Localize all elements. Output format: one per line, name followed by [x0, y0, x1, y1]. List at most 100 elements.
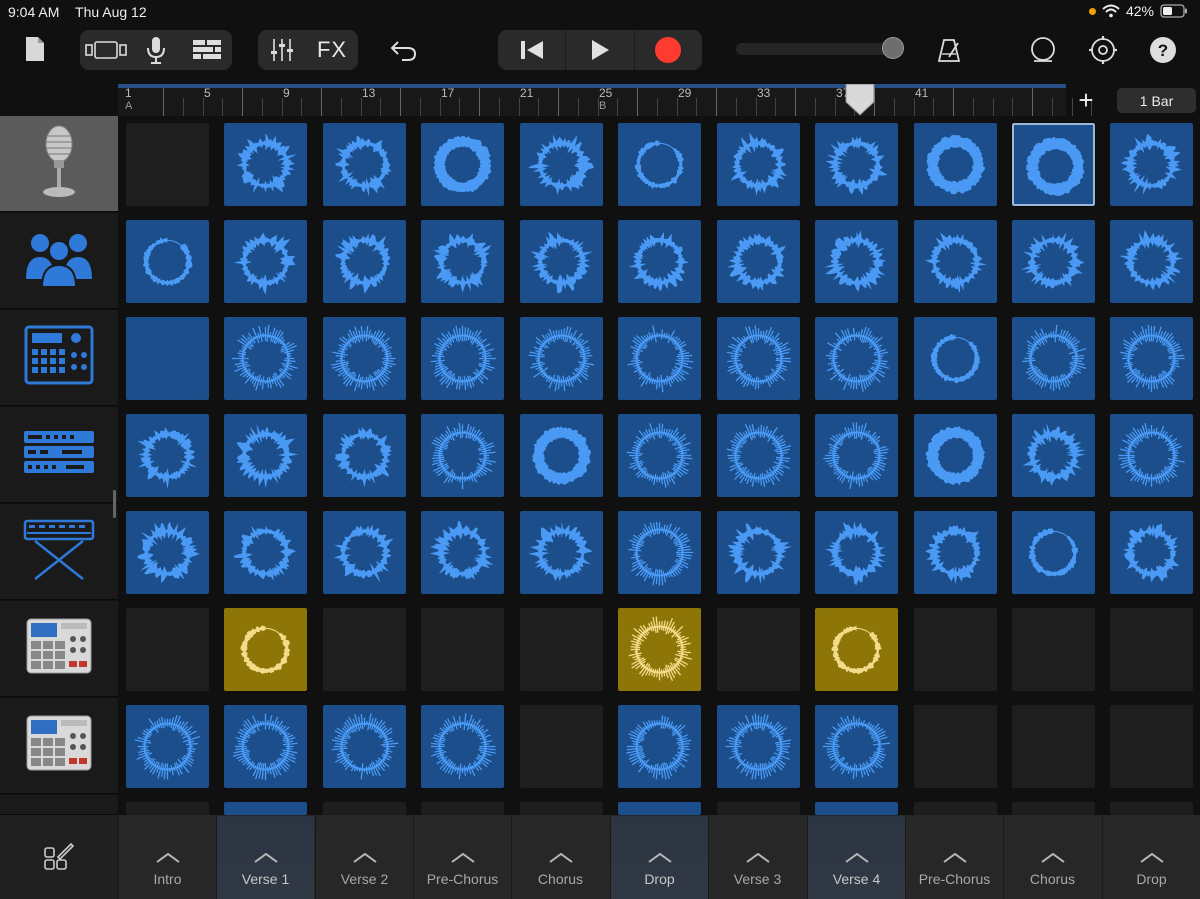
- loop-cell[interactable]: [914, 220, 997, 303]
- loop-cell[interactable]: [224, 511, 307, 594]
- loop-cell[interactable]: [520, 511, 603, 594]
- track-header-7[interactable]: [0, 698, 118, 794]
- empty-cell[interactable]: [421, 802, 504, 815]
- loop-cell[interactable]: [421, 317, 504, 400]
- loop-cell[interactable]: [224, 705, 307, 788]
- empty-cell[interactable]: [126, 608, 209, 691]
- loop-cell[interactable]: [126, 705, 209, 788]
- section-trigger-8[interactable]: Verse 4: [807, 816, 905, 899]
- loop-cell[interactable]: [224, 220, 307, 303]
- loop-cell[interactable]: [224, 317, 307, 400]
- empty-cell[interactable]: [717, 802, 800, 815]
- loop-cell[interactable]: [717, 220, 800, 303]
- loop-cell[interactable]: [520, 414, 603, 497]
- loop-cell[interactable]: [1012, 220, 1095, 303]
- view-toggle-icon[interactable]: [82, 30, 130, 70]
- track-header-3[interactable]: [0, 310, 118, 406]
- loop-cell[interactable]: [421, 705, 504, 788]
- master-volume-knob[interactable]: [882, 37, 904, 59]
- track-header-6[interactable]: [0, 601, 118, 697]
- playhead-marker[interactable]: [845, 84, 875, 116]
- loop-cell[interactable]: [618, 608, 701, 691]
- rewind-button[interactable]: [498, 30, 567, 70]
- empty-cell[interactable]: [323, 608, 406, 691]
- loop-cell[interactable]: [1011, 122, 1096, 207]
- empty-cell[interactable]: [421, 608, 504, 691]
- loop-cell[interactable]: [323, 511, 406, 594]
- track-header-4[interactable]: [0, 407, 118, 503]
- loop-cell[interactable]: [1012, 414, 1095, 497]
- loop-cell[interactable]: [717, 317, 800, 400]
- empty-cell[interactable]: [914, 802, 997, 815]
- section-trigger-6[interactable]: Drop: [610, 816, 708, 899]
- empty-cell[interactable]: [1110, 802, 1193, 815]
- empty-cell[interactable]: [1012, 802, 1095, 815]
- loop-cell[interactable]: [421, 511, 504, 594]
- loop-cell[interactable]: [1110, 414, 1193, 497]
- loop-cell[interactable]: [224, 123, 307, 206]
- loop-cell[interactable]: [815, 511, 898, 594]
- section-trigger-3[interactable]: Verse 2: [315, 816, 413, 899]
- track-header-resize-handle[interactable]: [113, 490, 116, 518]
- track-header-5[interactable]: [0, 504, 118, 600]
- loop-cell[interactable]: [520, 317, 603, 400]
- loop-cell[interactable]: [323, 414, 406, 497]
- loop-cell[interactable]: [1012, 511, 1095, 594]
- loop-cell[interactable]: [815, 608, 898, 691]
- empty-cell[interactable]: [520, 705, 603, 788]
- loop-cell[interactable]: [618, 705, 701, 788]
- bar-length-button[interactable]: 1 Bar: [1117, 88, 1196, 113]
- loop-cell[interactable]: [914, 317, 997, 400]
- loop-cell[interactable]: [323, 220, 406, 303]
- empty-cell[interactable]: [520, 608, 603, 691]
- loop-cell[interactable]: [421, 414, 504, 497]
- loop-cell[interactable]: [618, 123, 701, 206]
- loop-cell[interactable]: [126, 317, 209, 400]
- empty-cell[interactable]: [717, 608, 800, 691]
- record-button[interactable]: [635, 30, 702, 70]
- loop-cell[interactable]: [126, 220, 209, 303]
- empty-cell[interactable]: [323, 802, 406, 815]
- empty-cell[interactable]: [126, 123, 209, 206]
- loop-cell[interactable]: [224, 414, 307, 497]
- loop-cell[interactable]: [618, 220, 701, 303]
- fx-button[interactable]: FX: [308, 30, 356, 70]
- help-icon[interactable]: ?: [1148, 34, 1178, 66]
- loop-cell[interactable]: [224, 802, 307, 815]
- section-trigger-7[interactable]: Verse 3: [708, 816, 806, 899]
- loop-cell[interactable]: [815, 123, 898, 206]
- empty-cell[interactable]: [914, 705, 997, 788]
- section-trigger-1[interactable]: Intro: [118, 816, 216, 899]
- loop-cell[interactable]: [323, 317, 406, 400]
- loop-cell[interactable]: [914, 123, 997, 206]
- section-trigger-10[interactable]: Chorus: [1003, 816, 1101, 899]
- loop-cell[interactable]: [914, 511, 997, 594]
- loop-cell[interactable]: [1110, 220, 1193, 303]
- empty-cell[interactable]: [1110, 608, 1193, 691]
- empty-cell[interactable]: [520, 802, 603, 815]
- loop-cell[interactable]: [815, 317, 898, 400]
- loop-cell[interactable]: [618, 802, 701, 815]
- master-volume-track[interactable]: [736, 43, 896, 55]
- loop-cell[interactable]: [618, 511, 701, 594]
- section-trigger-11[interactable]: Drop: [1102, 816, 1200, 899]
- mixer-icon[interactable]: [260, 30, 304, 70]
- metronome-icon[interactable]: [932, 32, 966, 68]
- empty-cell[interactable]: [1012, 608, 1095, 691]
- track-header-2[interactable]: [0, 213, 118, 309]
- loop-cell[interactable]: [1110, 123, 1193, 206]
- loop-cell[interactable]: [1012, 317, 1095, 400]
- loop-cell[interactable]: [520, 123, 603, 206]
- play-button[interactable]: [566, 30, 635, 70]
- section-trigger-4[interactable]: Pre-Chorus: [413, 816, 511, 899]
- edit-cells-button[interactable]: [0, 815, 118, 899]
- undo-icon[interactable]: [384, 32, 424, 68]
- loop-cell[interactable]: [815, 220, 898, 303]
- loop-cell[interactable]: [126, 511, 209, 594]
- section-trigger-9[interactable]: Pre-Chorus: [905, 816, 1003, 899]
- settings-icon[interactable]: [1086, 32, 1120, 68]
- loop-cell[interactable]: [421, 220, 504, 303]
- loop-cell[interactable]: [224, 608, 307, 691]
- empty-cell[interactable]: [1012, 705, 1095, 788]
- loop-cell[interactable]: [717, 123, 800, 206]
